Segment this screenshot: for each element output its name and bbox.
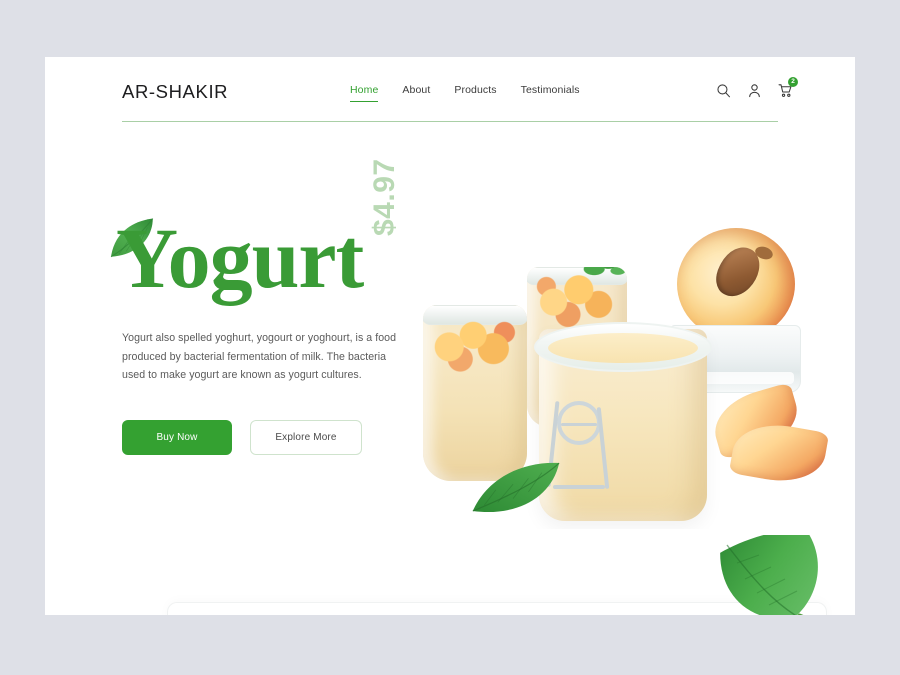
brand-logo[interactable]: AR-SHAKIR (122, 81, 228, 103)
page-title: Yogurt (116, 210, 364, 306)
header-actions: 2 (716, 77, 798, 98)
yogurt-jar-front (534, 322, 712, 521)
nav-item-testimonials[interactable]: Testimonials (521, 84, 580, 101)
buy-now-button[interactable]: Buy Now (122, 420, 232, 455)
hero-description: Yogurt also spelled yoghurt, yogourt or … (122, 332, 397, 381)
mint-sprig (581, 267, 625, 281)
hero-product-image (415, 219, 835, 529)
peach-topping (532, 273, 622, 329)
hero-price: $4.97 (368, 158, 401, 236)
hero-buttons: Buy Now Explore More (122, 420, 362, 455)
shopping-cart-icon[interactable]: 2 (778, 77, 798, 98)
hero-title-row: Yogurt $4.97 (116, 158, 422, 314)
hero-section: Yogurt $4.97 Yogurt also spelled yoghurt… (45, 119, 855, 549)
nav-item-home[interactable]: Home (350, 84, 379, 102)
hero-copy: Yogurt $4.97 Yogurt also spelled yoghurt… (116, 158, 422, 455)
user-icon[interactable] (747, 83, 762, 98)
cart-count-badge: 2 (788, 77, 798, 87)
mint-leaf-icon (467, 457, 563, 519)
page-card: AR-SHAKIR Home About Products Testimonia… (45, 57, 855, 615)
search-icon[interactable] (716, 83, 731, 98)
yogurt-jar-left (423, 305, 527, 481)
product-photo (415, 219, 835, 529)
peach-topping (429, 315, 521, 373)
main-nav: Home About Products Testimonials (350, 84, 580, 102)
nav-item-about[interactable]: About (402, 84, 430, 101)
peach-pit (709, 240, 767, 304)
explore-more-button[interactable]: Explore More (250, 420, 362, 455)
mint-leaf-icon (713, 527, 843, 615)
peach-half (677, 228, 795, 340)
nav-item-products[interactable]: Products (454, 84, 496, 101)
jar-mouth (534, 322, 712, 372)
site-header: AR-SHAKIR Home About Products Testimonia… (45, 57, 855, 122)
